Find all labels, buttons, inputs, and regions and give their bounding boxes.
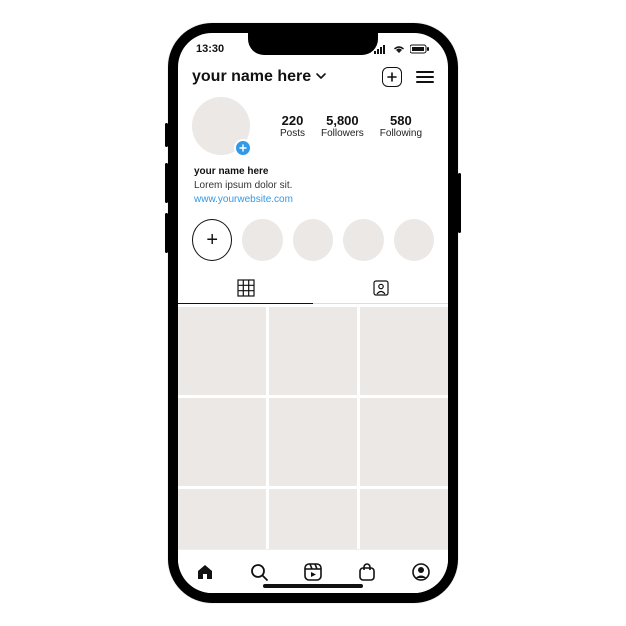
content-tabs — [178, 273, 448, 304]
username-dropdown[interactable]: your name here — [192, 68, 327, 86]
stat-posts-label: Posts — [280, 128, 305, 139]
post-tile[interactable] — [269, 489, 357, 549]
stat-posts-value: 220 — [280, 113, 305, 128]
side-button-volume-down — [165, 213, 168, 253]
profile-header: your name here — [178, 63, 448, 93]
side-button-power — [458, 173, 461, 233]
stat-posts[interactable]: 220 Posts — [280, 113, 305, 139]
bio-link[interactable]: www.yourwebsite.com — [194, 193, 432, 207]
stat-followers-label: Followers — [321, 128, 364, 139]
stat-followers-value: 5,800 — [321, 113, 364, 128]
post-tile[interactable] — [178, 489, 266, 549]
tagged-icon — [372, 279, 390, 297]
menu-button[interactable] — [416, 71, 434, 83]
post-tile[interactable] — [178, 307, 266, 395]
grid-icon — [237, 279, 255, 297]
tab-tagged[interactable] — [313, 273, 448, 303]
home-icon — [195, 562, 215, 582]
reels-icon — [303, 562, 323, 582]
post-tile[interactable] — [360, 489, 448, 549]
tab-grid[interactable] — [178, 273, 313, 304]
highlight-item[interactable] — [293, 219, 333, 261]
post-tile[interactable] — [360, 307, 448, 395]
post-tile[interactable] — [269, 307, 357, 395]
phone-frame: 13:30 your name here — [168, 23, 458, 603]
side-button-volume-up — [165, 163, 168, 203]
story-highlights: + — [178, 215, 448, 271]
battery-icon — [410, 44, 430, 54]
post-grid — [178, 304, 448, 549]
stat-following[interactable]: 580 Following — [380, 113, 422, 139]
profile-icon — [411, 562, 431, 582]
search-icon — [249, 562, 269, 582]
status-time: 13:30 — [196, 43, 224, 55]
add-story-badge[interactable] — [234, 139, 252, 157]
notch — [248, 33, 378, 55]
bio-name: your name here — [194, 165, 432, 179]
post-tile[interactable] — [360, 398, 448, 486]
avatar-container[interactable] — [192, 97, 250, 155]
stats: 220 Posts 5,800 Followers 580 Following — [268, 113, 434, 139]
header-username: your name here — [192, 68, 311, 86]
screen: 13:30 your name here — [178, 33, 448, 593]
nav-home[interactable] — [178, 550, 232, 593]
highlight-add[interactable]: + — [192, 219, 232, 261]
highlight-item[interactable] — [343, 219, 383, 261]
highlight-item[interactable] — [394, 219, 434, 261]
post-tile[interactable] — [269, 398, 357, 486]
status-right — [374, 44, 430, 54]
bio-text: Lorem ipsum dolor sit. — [194, 179, 432, 193]
nav-profile[interactable] — [394, 550, 448, 593]
chevron-down-icon — [315, 70, 327, 84]
stat-following-label: Following — [380, 128, 422, 139]
shop-icon — [357, 562, 377, 582]
profile-row: 220 Posts 5,800 Followers 580 Following — [178, 93, 448, 159]
side-button-silent — [165, 123, 168, 147]
stat-followers[interactable]: 5,800 Followers — [321, 113, 364, 139]
highlight-item[interactable] — [242, 219, 282, 261]
bio-section: your name here Lorem ipsum dolor sit. ww… — [178, 159, 448, 215]
wifi-icon — [392, 44, 406, 54]
stat-following-value: 580 — [380, 113, 422, 128]
home-indicator — [263, 584, 363, 588]
post-tile[interactable] — [178, 398, 266, 486]
create-post-button[interactable] — [382, 67, 402, 87]
